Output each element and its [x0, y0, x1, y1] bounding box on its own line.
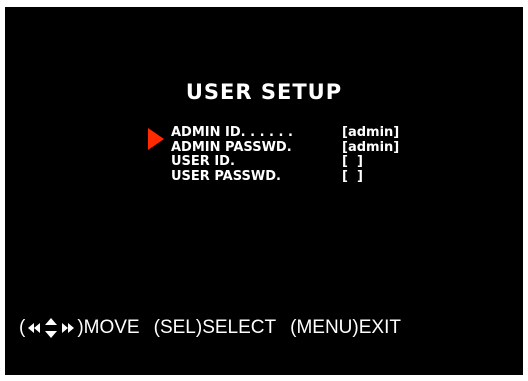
- menu-item-value: [ ]: [342, 154, 363, 169]
- select-label: SELECT: [202, 317, 277, 338]
- menu-key-label: MENU: [296, 317, 353, 338]
- open-paren: (: [19, 317, 26, 338]
- exit-label: EXIT: [358, 317, 401, 338]
- user-setup-menu: ADMIN ID. . . . . . [admin] ADMIN PASSWD…: [171, 125, 399, 185]
- key-help-bar: ( ) MOVE ( SEL ) SELECT ( MENU ) EXIT: [19, 316, 401, 340]
- menu-item-label: USER PASSWD.: [171, 168, 281, 184]
- menu-item-value: [admin]: [342, 125, 400, 140]
- menu-item-admin-id[interactable]: ADMIN ID. . . . . . [admin]: [171, 125, 399, 141]
- menu-item-label: USER ID.: [171, 154, 235, 169]
- sel-key-label: SEL: [159, 317, 196, 338]
- selection-cursor-icon: [148, 128, 164, 150]
- osd-screen: USER SETUP ADMIN ID. . . . . . [admin] A…: [5, 7, 523, 375]
- menu-item-value: [admin]: [342, 139, 400, 155]
- menu-item-user-passwd[interactable]: USER PASSWD. [ ]: [171, 169, 363, 185]
- menu-item-label: ADMIN ID. . . . . .: [171, 125, 293, 140]
- page-title: USER SETUP: [185, 80, 343, 104]
- menu-item-label: ADMIN PASSWD.: [171, 139, 292, 155]
- arrow-keys-icon: [26, 316, 76, 340]
- move-label: MOVE: [83, 317, 140, 338]
- menu-item-value: [ ]: [342, 168, 363, 184]
- menu-item-user-id[interactable]: USER ID. [ ]: [171, 154, 363, 170]
- menu-item-admin-passwd[interactable]: ADMIN PASSWD. [admin]: [171, 140, 399, 156]
